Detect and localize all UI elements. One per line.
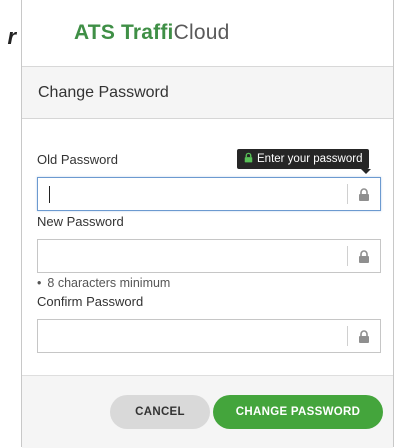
old-password-label: Old Password bbox=[37, 152, 118, 167]
password-hint: • 8 characters minimum bbox=[37, 276, 170, 290]
confirm-password-addon bbox=[347, 326, 380, 346]
tooltip-text: Enter your password bbox=[257, 153, 363, 165]
brand-part-1: ATS bbox=[74, 21, 116, 44]
text-caret bbox=[49, 186, 50, 203]
hint-bullet: • bbox=[37, 276, 42, 290]
confirm-password-input[interactable] bbox=[38, 320, 347, 352]
confirm-password-group bbox=[37, 319, 381, 353]
lock-icon bbox=[358, 329, 370, 343]
lock-icon bbox=[358, 249, 370, 263]
new-password-input[interactable] bbox=[38, 240, 347, 272]
hint-text: 8 characters minimum bbox=[47, 276, 171, 290]
lock-icon bbox=[358, 187, 370, 201]
new-password-addon bbox=[347, 246, 380, 266]
lock-icon bbox=[244, 152, 253, 166]
modal-header: Change Password bbox=[22, 67, 393, 119]
modal-footer: CANCEL CHANGE PASSWORD bbox=[22, 375, 393, 448]
change-password-button[interactable]: CHANGE PASSWORD bbox=[213, 395, 383, 429]
cancel-button[interactable]: CANCEL bbox=[110, 395, 210, 429]
modal-title: Change Password bbox=[38, 83, 169, 101]
old-password-group bbox=[37, 177, 381, 211]
brand-part-2: Traffi bbox=[121, 21, 174, 44]
old-password-addon bbox=[347, 184, 380, 204]
brand-part-3: Cloud bbox=[173, 21, 230, 44]
edge-glyph: r bbox=[7, 24, 16, 49]
brand-logo: ATS Traffi Cloud bbox=[22, 0, 393, 67]
password-tooltip: Enter your password bbox=[237, 149, 372, 174]
confirm-password-label: Confirm Password bbox=[37, 294, 144, 309]
old-password-input[interactable] bbox=[38, 178, 347, 210]
change-password-card: ATS Traffi Cloud Change Password Old Pass… bbox=[21, 0, 394, 448]
new-password-label: New Password bbox=[37, 214, 124, 229]
new-password-group bbox=[37, 239, 381, 273]
